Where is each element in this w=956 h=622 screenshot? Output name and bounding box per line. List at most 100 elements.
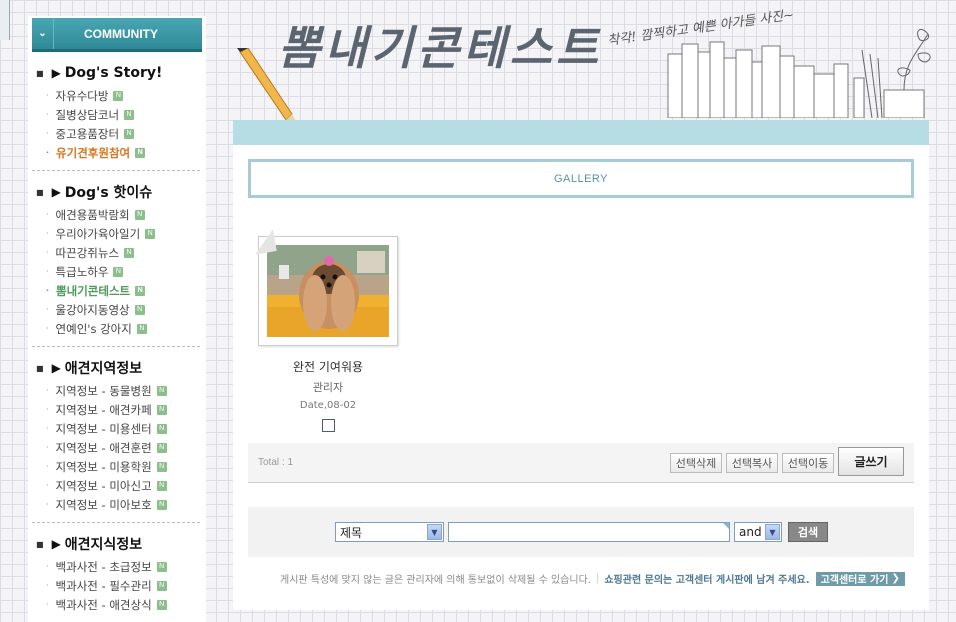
- gallery-item[interactable]: 완전 기여워용 관리자 Date,08-02: [257, 236, 399, 432]
- shopping-notice: 쇼핑관련 문의는 고객센터 게시판에 남겨 주세요.: [604, 575, 810, 586]
- new-badge: N: [156, 561, 167, 572]
- sidebar-item-label[interactable]: 지역정보 - 애견카페: [56, 402, 152, 418]
- sidebar-section-title[interactable]: ■ ▶ Dog's Story!: [32, 62, 200, 84]
- sidebar-item-label[interactable]: 지역정보 - 미용센터: [56, 421, 152, 437]
- bullet-icon: ·: [46, 443, 49, 452]
- dropdown-arrow-icon[interactable]: ▼: [427, 524, 442, 540]
- sidebar-item[interactable]: · 자유수다방 N: [32, 86, 200, 105]
- sidebar-item-label[interactable]: 지역정보 - 애견훈련: [56, 440, 152, 456]
- bullet-icon: ·: [46, 305, 49, 314]
- banner: 뽐내기콘테스트 착각! 깜찍하고 예쁜 아가들 사진~: [230, 0, 956, 122]
- select-delete-button[interactable]: 선택삭제: [670, 453, 722, 473]
- sidebar-item[interactable]: · 뽐내기콘테스트 N: [32, 281, 200, 300]
- sidebar-section-title[interactable]: ■ ▶ 애견지역정보: [32, 357, 200, 379]
- post-date: Date,08-02: [299, 400, 357, 411]
- sidebar-item-label[interactable]: 뽐내기콘테스트: [56, 283, 130, 299]
- community-header[interactable]: ⌄ COMMUNITY: [32, 18, 202, 52]
- dropdown-arrow-icon[interactable]: ▼: [765, 524, 780, 540]
- sidebar-item-label[interactable]: 질병상담코너: [56, 107, 119, 123]
- new-badge: N: [156, 423, 167, 434]
- sidebar-item[interactable]: · 지역정보 - 미아신고 N: [32, 476, 200, 495]
- new-badge: N: [156, 480, 167, 491]
- sidebar-item[interactable]: · 특급노하우 N: [32, 262, 200, 281]
- customer-center-label: 고객센터로 가기: [820, 575, 889, 586]
- bullet-icon: ·: [46, 481, 49, 490]
- sidebar-item-label[interactable]: 백과사전 - 초급정보: [56, 559, 152, 575]
- new-badge: N: [134, 304, 145, 315]
- triangle-right-icon: ▶: [51, 361, 61, 375]
- sidebar-item-label[interactable]: 연예인's 강아지: [56, 321, 132, 337]
- search-button[interactable]: 검색: [788, 522, 828, 542]
- search-input[interactable]: [448, 522, 730, 542]
- sidebar-item-label[interactable]: 특급노하우: [56, 264, 109, 280]
- post-title[interactable]: 완전 기여워용: [257, 358, 399, 375]
- sidebar: ⌄ COMMUNITY ■ ▶ Dog's Story! · 자유수다방 N · 질병상담코너…: [28, 16, 206, 622]
- sidebar-item-label[interactable]: 지역정보 - 미용학원: [56, 459, 152, 475]
- sidebar-item-label[interactable]: 지역정보 - 미아신고: [56, 478, 152, 494]
- thumbnail-frame[interactable]: [258, 236, 398, 346]
- select-copy-button[interactable]: 선택복사: [726, 453, 778, 473]
- bullet-icon: ·: [46, 110, 49, 119]
- sidebar-item-label[interactable]: 지역정보 - 동물병원: [56, 383, 152, 399]
- sidebar-item[interactable]: · 백과사전 - 필수관리 N: [32, 576, 200, 595]
- bullet-icon: ·: [46, 267, 49, 276]
- sidebar-item[interactable]: · 백과사전 - 애견상식 N: [32, 595, 200, 614]
- separator: |: [595, 573, 600, 584]
- sidebar-item[interactable]: · 백과사전 - 초급정보 N: [32, 557, 200, 576]
- board-name: GALLERY: [553, 172, 609, 185]
- post-select-checkbox[interactable]: [321, 419, 335, 432]
- sidebar-item-label[interactable]: 지역정보 - 미아보호: [56, 497, 152, 513]
- sidebar-item[interactable]: · 지역정보 - 동물병원 N: [32, 381, 200, 400]
- chevron-down-icon[interactable]: ⌄: [32, 18, 54, 49]
- bullet-icon: ·: [46, 386, 49, 395]
- sidebar-section: ■ ▶ 애견지역정보 · 지역정보 - 동물병원 N · 지역정보 - 애견카페 N · 지역정보 …: [32, 347, 200, 523]
- sidebar-item[interactable]: · 지역정보 - 미아보호 N: [32, 495, 200, 514]
- sidebar-item-label[interactable]: 애견용품박람회: [56, 207, 130, 223]
- new-badge: N: [156, 580, 167, 591]
- new-badge: N: [135, 147, 146, 158]
- sidebar-item-label[interactable]: 백과사전 - 애견상식: [56, 597, 152, 613]
- sidebar-item-label[interactable]: 울강아지동영상: [56, 302, 130, 318]
- search-field-value: 제목: [340, 525, 363, 540]
- new-badge: N: [156, 385, 167, 396]
- triangle-right-icon: ▶: [51, 537, 61, 551]
- sidebar-item-label[interactable]: 자유수다방: [56, 88, 109, 104]
- bullet-icon: ·: [46, 424, 49, 433]
- search-field-select[interactable]: 제목 ▼: [335, 522, 444, 542]
- bullet-icon: ·: [46, 324, 49, 333]
- sidebar-item[interactable]: · 중고용품장터 N: [32, 124, 200, 143]
- sidebar-item[interactable]: · 애견용품박람회 N: [32, 205, 200, 224]
- sidebar-item-label[interactable]: 우리아가육아일기: [56, 226, 141, 242]
- bullet-icon: ■: [36, 68, 44, 78]
- sidebar-item-label[interactable]: 중고용품장터: [56, 126, 119, 142]
- sidebar-item[interactable]: · 질병상담코너 N: [32, 105, 200, 124]
- bullet-icon: ·: [46, 286, 50, 295]
- write-button[interactable]: 글쓰기: [838, 447, 904, 476]
- sidebar-item-label[interactable]: 따끈강쥐뉴스: [56, 245, 119, 261]
- sidebar-item-label[interactable]: 백과사전 - 필수관리: [56, 578, 152, 594]
- bullet-icon: ·: [46, 248, 49, 257]
- action-bar: Total : 1 선택삭제 선택복사 선택이동 글쓰기: [248, 443, 914, 483]
- sidebar-item-label[interactable]: 유기견후원참여: [56, 145, 130, 161]
- board-notice: 게시판 특성에 맞지 않는 글은 관리자에 의해 통보없이 삭제될 수 있습니다…: [280, 571, 905, 586]
- bullet-icon: ·: [46, 210, 49, 219]
- sidebar-section-title[interactable]: ■ ▶ 애견지식정보: [32, 533, 200, 555]
- sidebar-section-title[interactable]: ■ ▶ Dog's 핫이슈: [32, 181, 200, 203]
- customer-center-button[interactable]: 고객센터로 가기 ❯: [815, 571, 905, 586]
- search-operator-select[interactable]: and ▼: [734, 522, 782, 542]
- dog-photo-thumbnail[interactable]: [267, 245, 389, 337]
- sidebar-item[interactable]: · 지역정보 - 애견훈련 N: [32, 438, 200, 457]
- sidebar-item[interactable]: · 지역정보 - 미용학원 N: [32, 457, 200, 476]
- window-edge: [0, 0, 10, 40]
- sidebar-item[interactable]: · 지역정보 - 애견카페 N: [32, 400, 200, 419]
- select-move-button[interactable]: 선택이동: [782, 453, 834, 473]
- sidebar-item[interactable]: · 따끈강쥐뉴스 N: [32, 243, 200, 262]
- new-badge: N: [145, 228, 156, 239]
- sidebar-item[interactable]: · 우리아가육아일기 N: [32, 224, 200, 243]
- sidebar-item[interactable]: · 지역정보 - 미용센터 N: [32, 419, 200, 438]
- bullet-icon: ·: [46, 462, 49, 471]
- bullet-icon: ·: [46, 229, 49, 238]
- sidebar-item[interactable]: · 울강아지동영상 N: [32, 300, 200, 319]
- sidebar-item[interactable]: · 연예인's 강아지 N: [32, 319, 200, 338]
- sidebar-item[interactable]: · 유기견후원참여 N: [32, 143, 200, 162]
